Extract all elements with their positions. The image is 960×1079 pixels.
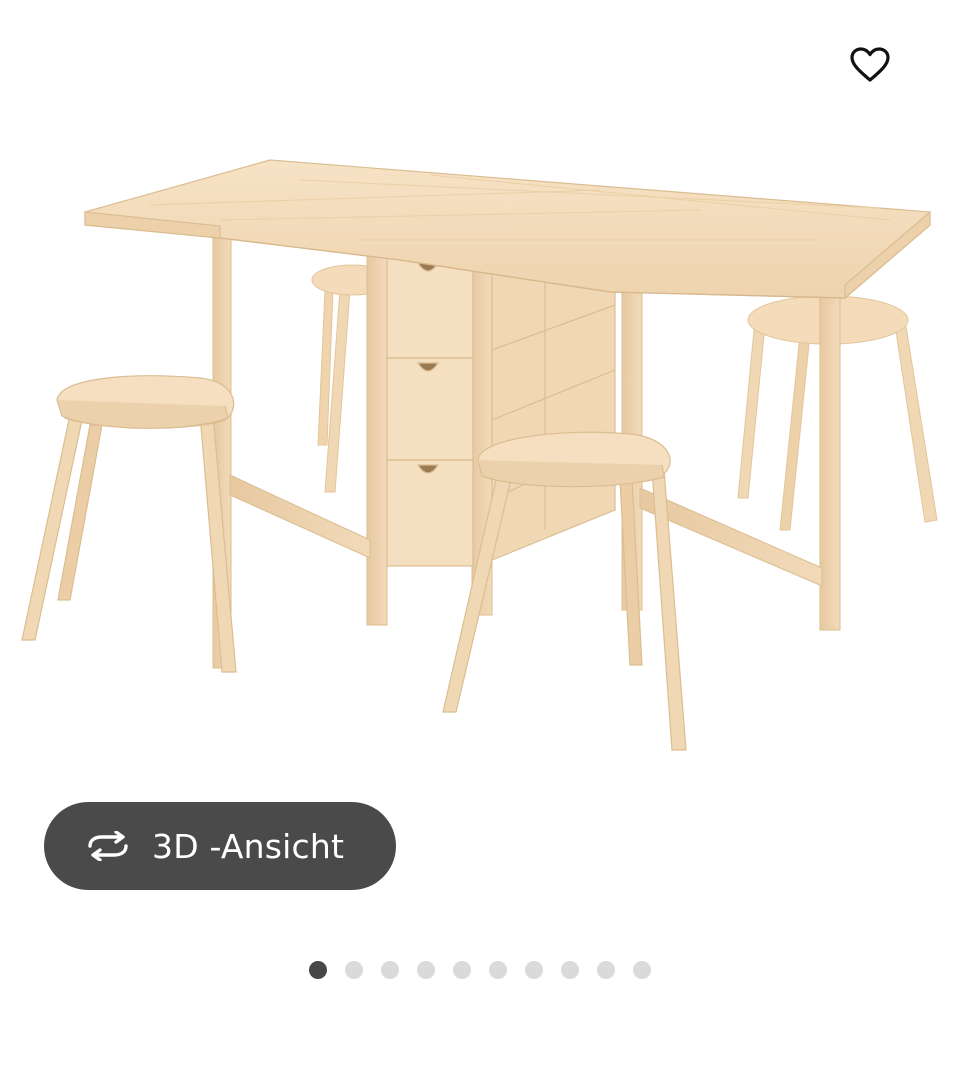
carousel-dot[interactable] <box>597 961 615 979</box>
carousel-dot[interactable] <box>417 961 435 979</box>
carousel-dot[interactable] <box>633 961 651 979</box>
table-and-stools-image <box>21 159 938 751</box>
carousel-dot[interactable] <box>561 961 579 979</box>
carousel-dot[interactable] <box>309 961 327 979</box>
favorite-button[interactable] <box>845 40 895 90</box>
view-3d-button[interactable]: 3D -Ansicht <box>44 802 396 890</box>
carousel-dot[interactable] <box>525 961 543 979</box>
carousel-dot[interactable] <box>489 961 507 979</box>
carousel-dot[interactable] <box>345 961 363 979</box>
rotate-arrows-icon <box>84 831 132 861</box>
product-image[interactable] <box>0 120 960 780</box>
heart-outline-icon <box>850 47 890 82</box>
carousel-dot[interactable] <box>381 961 399 979</box>
carousel-dot[interactable] <box>453 961 471 979</box>
view-3d-label: 3D -Ansicht <box>152 826 345 866</box>
carousel-pagination <box>0 961 960 981</box>
